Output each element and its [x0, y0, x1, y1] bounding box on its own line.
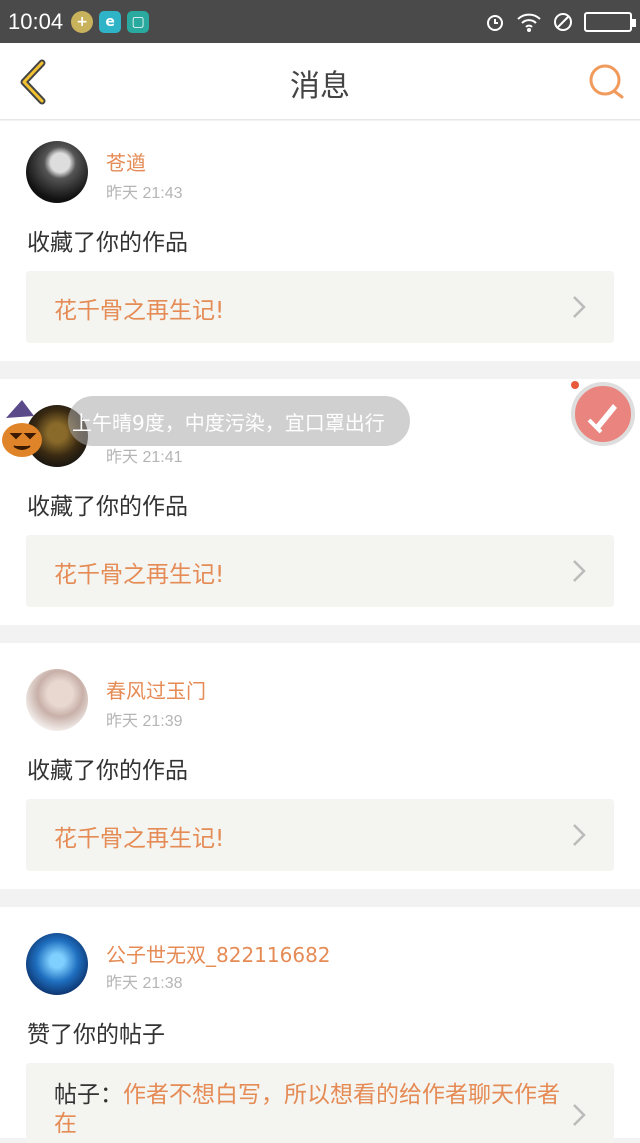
status-notification-icons: + e ▢	[71, 10, 150, 33]
broom-icon	[587, 404, 617, 434]
user-name[interactable]: 春风过玉门	[106, 675, 206, 704]
work-title: 花千骨之再生记!	[54, 298, 225, 324]
battery-icon	[584, 11, 636, 32]
weather-toast-text: 上午晴9度，中度污染，宜口罩出行	[72, 410, 385, 435]
notification-dot	[571, 381, 579, 389]
user-name[interactable]: 公子世无双_822116682	[106, 939, 331, 968]
message-card: 公子世无双_822116682 昨天 21:38 赞了你的帖子 帖子：作者不想白…	[0, 907, 640, 1143]
avatar[interactable]	[26, 141, 88, 203]
post-label: 帖子：	[54, 1082, 123, 1108]
message-time: 昨天 21:39	[106, 713, 183, 730]
do-not-disturb-icon	[554, 12, 572, 31]
message-action: 收藏了你的作品	[27, 230, 188, 256]
work-link[interactable]: 花千骨之再生记!	[26, 535, 614, 607]
message-time: 昨天 21:43	[106, 185, 183, 202]
app-plus-icon: +	[71, 10, 94, 33]
message-time: 昨天 21:38	[106, 975, 183, 992]
work-link[interactable]: 花千骨之再生记!	[26, 799, 614, 871]
status-time: 10:04	[8, 8, 64, 34]
chevron-right-icon	[573, 296, 586, 318]
status-system-icons	[484, 11, 636, 33]
cleaner-float-button[interactable]	[571, 382, 635, 446]
weather-toast: 上午晴9度，中度污染，宜口罩出行	[68, 396, 410, 446]
search-button[interactable]	[586, 61, 626, 101]
message-card: 春风过玉门 昨天 21:39 收藏了你的作品 花千骨之再生记!	[0, 643, 640, 889]
work-link[interactable]: 花千骨之再生记!	[26, 271, 614, 343]
chevron-right-icon	[573, 824, 586, 846]
message-action: 收藏了你的作品	[27, 494, 188, 520]
pumpkin-icon	[2, 400, 42, 457]
post-preview: 帖子：作者不想白写，所以想看的给作者聊天作者在	[54, 1081, 564, 1139]
work-title: 花千骨之再生记!	[54, 826, 225, 852]
user-name[interactable]: 苍遒	[106, 147, 146, 176]
alarm-icon	[487, 14, 503, 31]
message-action: 收藏了你的作品	[27, 758, 188, 784]
wifi-icon	[517, 13, 541, 32]
chevron-right-icon	[573, 560, 586, 582]
status-bar: 10:04 + e ▢	[0, 0, 640, 43]
nav-bar: 消息	[0, 43, 640, 120]
message-time: 昨天 21:41	[106, 449, 183, 466]
post-text: 作者不想白写，所以想看的给作者聊天作者在	[54, 1082, 560, 1137]
scan-icon: ▢	[127, 10, 150, 33]
post-link[interactable]: 帖子：作者不想白写，所以想看的给作者聊天作者在	[26, 1063, 614, 1143]
browser-e-icon: e	[99, 10, 122, 33]
avatar[interactable]	[26, 669, 88, 731]
page-title: 消息	[290, 69, 350, 104]
chevron-right-icon	[573, 1104, 586, 1126]
message-action: 赞了你的帖子	[27, 1022, 165, 1048]
avatar[interactable]	[26, 933, 88, 995]
work-title: 花千骨之再生记!	[54, 562, 225, 588]
message-card: 苍遒 昨天 21:43 收藏了你的作品 花千骨之再生记!	[0, 121, 640, 361]
